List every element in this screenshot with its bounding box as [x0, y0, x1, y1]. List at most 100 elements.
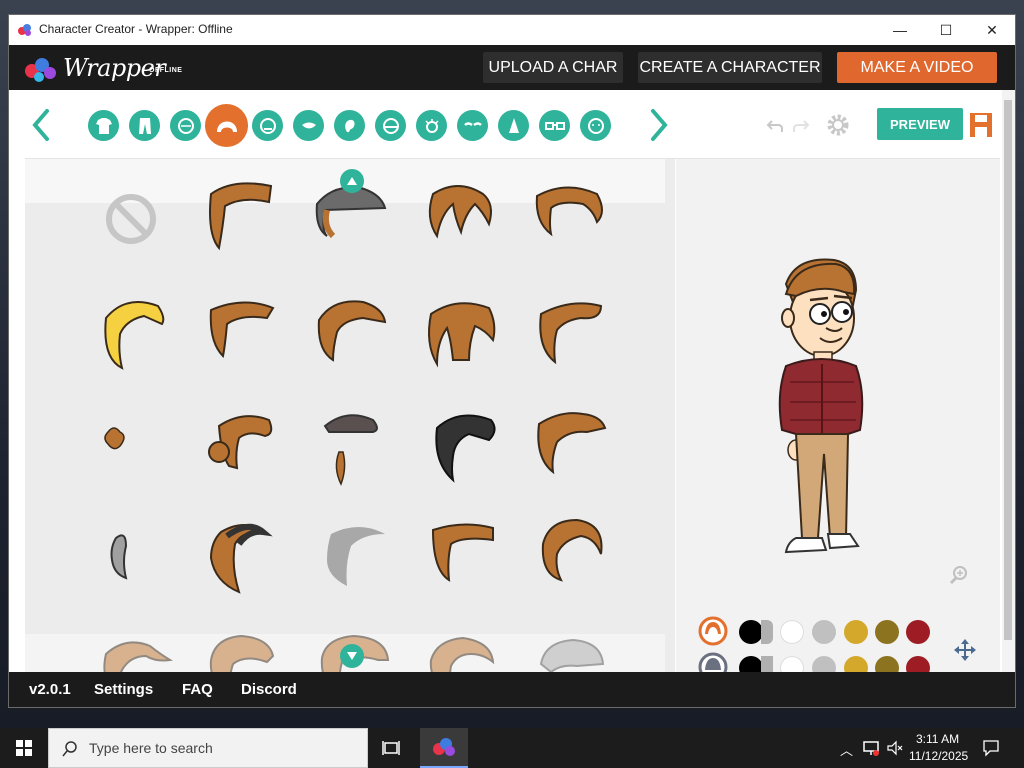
hair-option[interactable] [516, 395, 616, 495]
clock-date[interactable]: 11/12/2025 [909, 749, 968, 763]
hair-tab-icon[interactable] [205, 104, 248, 147]
page-scrollbar[interactable] [1002, 90, 1015, 672]
eye-detail-tab-icon[interactable] [416, 110, 447, 141]
hair-option[interactable] [516, 285, 616, 385]
hair-flat-top-icon [431, 523, 494, 582]
hair-option[interactable] [408, 169, 508, 269]
color-swatch[interactable] [812, 620, 836, 644]
hair-swoop-icon [209, 182, 273, 251]
volume-muted-icon[interactable] [886, 740, 904, 756]
hair-option[interactable] [516, 169, 616, 269]
eyebrow-tab-icon[interactable] [457, 110, 488, 141]
color-swatch[interactable] [739, 620, 763, 644]
upload-char-button[interactable]: UPLOAD A CHAR [483, 52, 623, 83]
swatch-dropdown[interactable] [761, 620, 773, 644]
maximize-button[interactable]: ☐ [923, 15, 969, 45]
hair-option[interactable] [188, 395, 288, 495]
wrapper-app-icon [433, 738, 455, 756]
hair-blonde-icon [104, 301, 165, 370]
tray-expand-icon[interactable]: ︿ [840, 740, 853, 759]
window-titlebar[interactable]: Character Creator - Wrapper: Offline — ☐… [9, 15, 1015, 45]
caret-down-icon [347, 652, 357, 660]
redo-icon[interactable] [791, 115, 811, 135]
chevron-left-icon[interactable] [29, 107, 53, 143]
taskbar-search-box[interactable]: Type here to search [48, 728, 368, 768]
mouth-tab-icon[interactable] [293, 110, 324, 141]
hair-beanie-icon [323, 414, 378, 486]
scroll-down-button[interactable] [340, 644, 364, 668]
caret-up-icon [347, 177, 357, 185]
logo-offline-text: OFFLINE [149, 67, 183, 74]
hair-option[interactable] [188, 505, 288, 605]
hair-option[interactable] [408, 395, 508, 495]
create-character-button[interactable]: CREATE A CHARACTER [638, 52, 822, 83]
notification-icon[interactable] [982, 739, 1000, 757]
hair-headband-icon [209, 523, 273, 594]
hair-messy-icon [317, 300, 387, 362]
hair-option[interactable] [408, 285, 508, 385]
head-shape-tab-icon[interactable] [252, 110, 283, 141]
save-icon[interactable] [969, 112, 993, 138]
ear-tab-icon[interactable] [334, 110, 365, 141]
chevron-right-icon[interactable] [647, 107, 671, 143]
minimize-button[interactable]: — [877, 15, 923, 45]
zoom-icon[interactable] [948, 564, 970, 586]
settings-link[interactable]: Settings [94, 681, 153, 698]
face-tab-icon[interactable] [170, 110, 201, 141]
windows-start-icon[interactable] [16, 740, 32, 756]
hair-color-part-icon[interactable] [698, 616, 728, 646]
hair-option[interactable] [408, 505, 508, 605]
hair-option[interactable] [298, 285, 398, 385]
color-swatch[interactable] [844, 620, 868, 644]
page-scrollbar-thumb[interactable] [1004, 100, 1012, 640]
hair-secondary-part-icon[interactable] [698, 652, 728, 672]
hair-grey-icon [327, 527, 385, 586]
color-swatch[interactable] [780, 620, 804, 644]
search-placeholder: Type here to search [89, 740, 213, 756]
color-swatch[interactable] [906, 620, 930, 644]
discord-link[interactable]: Discord [241, 681, 297, 698]
nose-tab-icon[interactable] [498, 110, 529, 141]
clock-time[interactable]: 3:11 AM [916, 732, 959, 746]
faq-link[interactable]: FAQ [182, 681, 213, 698]
hair-afro-icon [435, 414, 496, 483]
no-hair-option[interactable] [81, 169, 181, 269]
task-view-icon[interactable] [382, 740, 400, 756]
lower-body-tab-icon[interactable] [129, 110, 160, 141]
gear-icon[interactable] [825, 112, 851, 138]
hair-spiky-icon [537, 412, 607, 475]
hair-ponytail-icon [535, 186, 603, 237]
maximize-icon: ☐ [939, 21, 953, 38]
make-video-button[interactable]: MAKE A VIDEO [837, 52, 997, 83]
eye-tab-icon[interactable] [375, 110, 406, 141]
hair-option[interactable] [81, 395, 181, 495]
hair-option[interactable] [298, 395, 398, 495]
scroll-up-button[interactable] [340, 169, 364, 193]
taskbar-wrapper-app[interactable] [420, 728, 468, 768]
hair-short-icon [209, 301, 275, 359]
hair-option[interactable] [516, 505, 616, 605]
swatch-dropdown[interactable] [761, 656, 773, 672]
app-footer: v2.0.1 Settings FAQ Discord [9, 672, 1015, 707]
hair-option[interactable] [298, 505, 398, 605]
move-icon[interactable] [952, 637, 978, 663]
color-swatch[interactable] [875, 620, 899, 644]
close-button[interactable]: ✕ [969, 15, 1015, 45]
hair-option[interactable] [81, 505, 181, 605]
hair-option[interactable] [188, 285, 288, 385]
preview-button[interactable]: PREVIEW [877, 108, 963, 140]
app-logo-icon [18, 24, 31, 36]
hair-option[interactable] [188, 169, 288, 269]
character-creator-content: PREVIEW [9, 90, 1015, 680]
hair-pigtails-icon [428, 185, 492, 239]
hair-option-grid [25, 159, 675, 672]
hair-side-bun-icon [208, 415, 273, 470]
facial-hair-tab-icon[interactable] [580, 110, 611, 141]
glasses-tab-icon[interactable] [539, 110, 570, 141]
hair-option[interactable] [81, 285, 181, 385]
undo-icon[interactable] [765, 115, 785, 135]
network-icon[interactable] [862, 740, 880, 756]
none-icon [106, 194, 156, 244]
upper-body-tab-icon[interactable] [88, 110, 119, 141]
app-header: Wrapper OFFLINE UPLOAD A CHAR CREATE A C… [9, 45, 1015, 90]
